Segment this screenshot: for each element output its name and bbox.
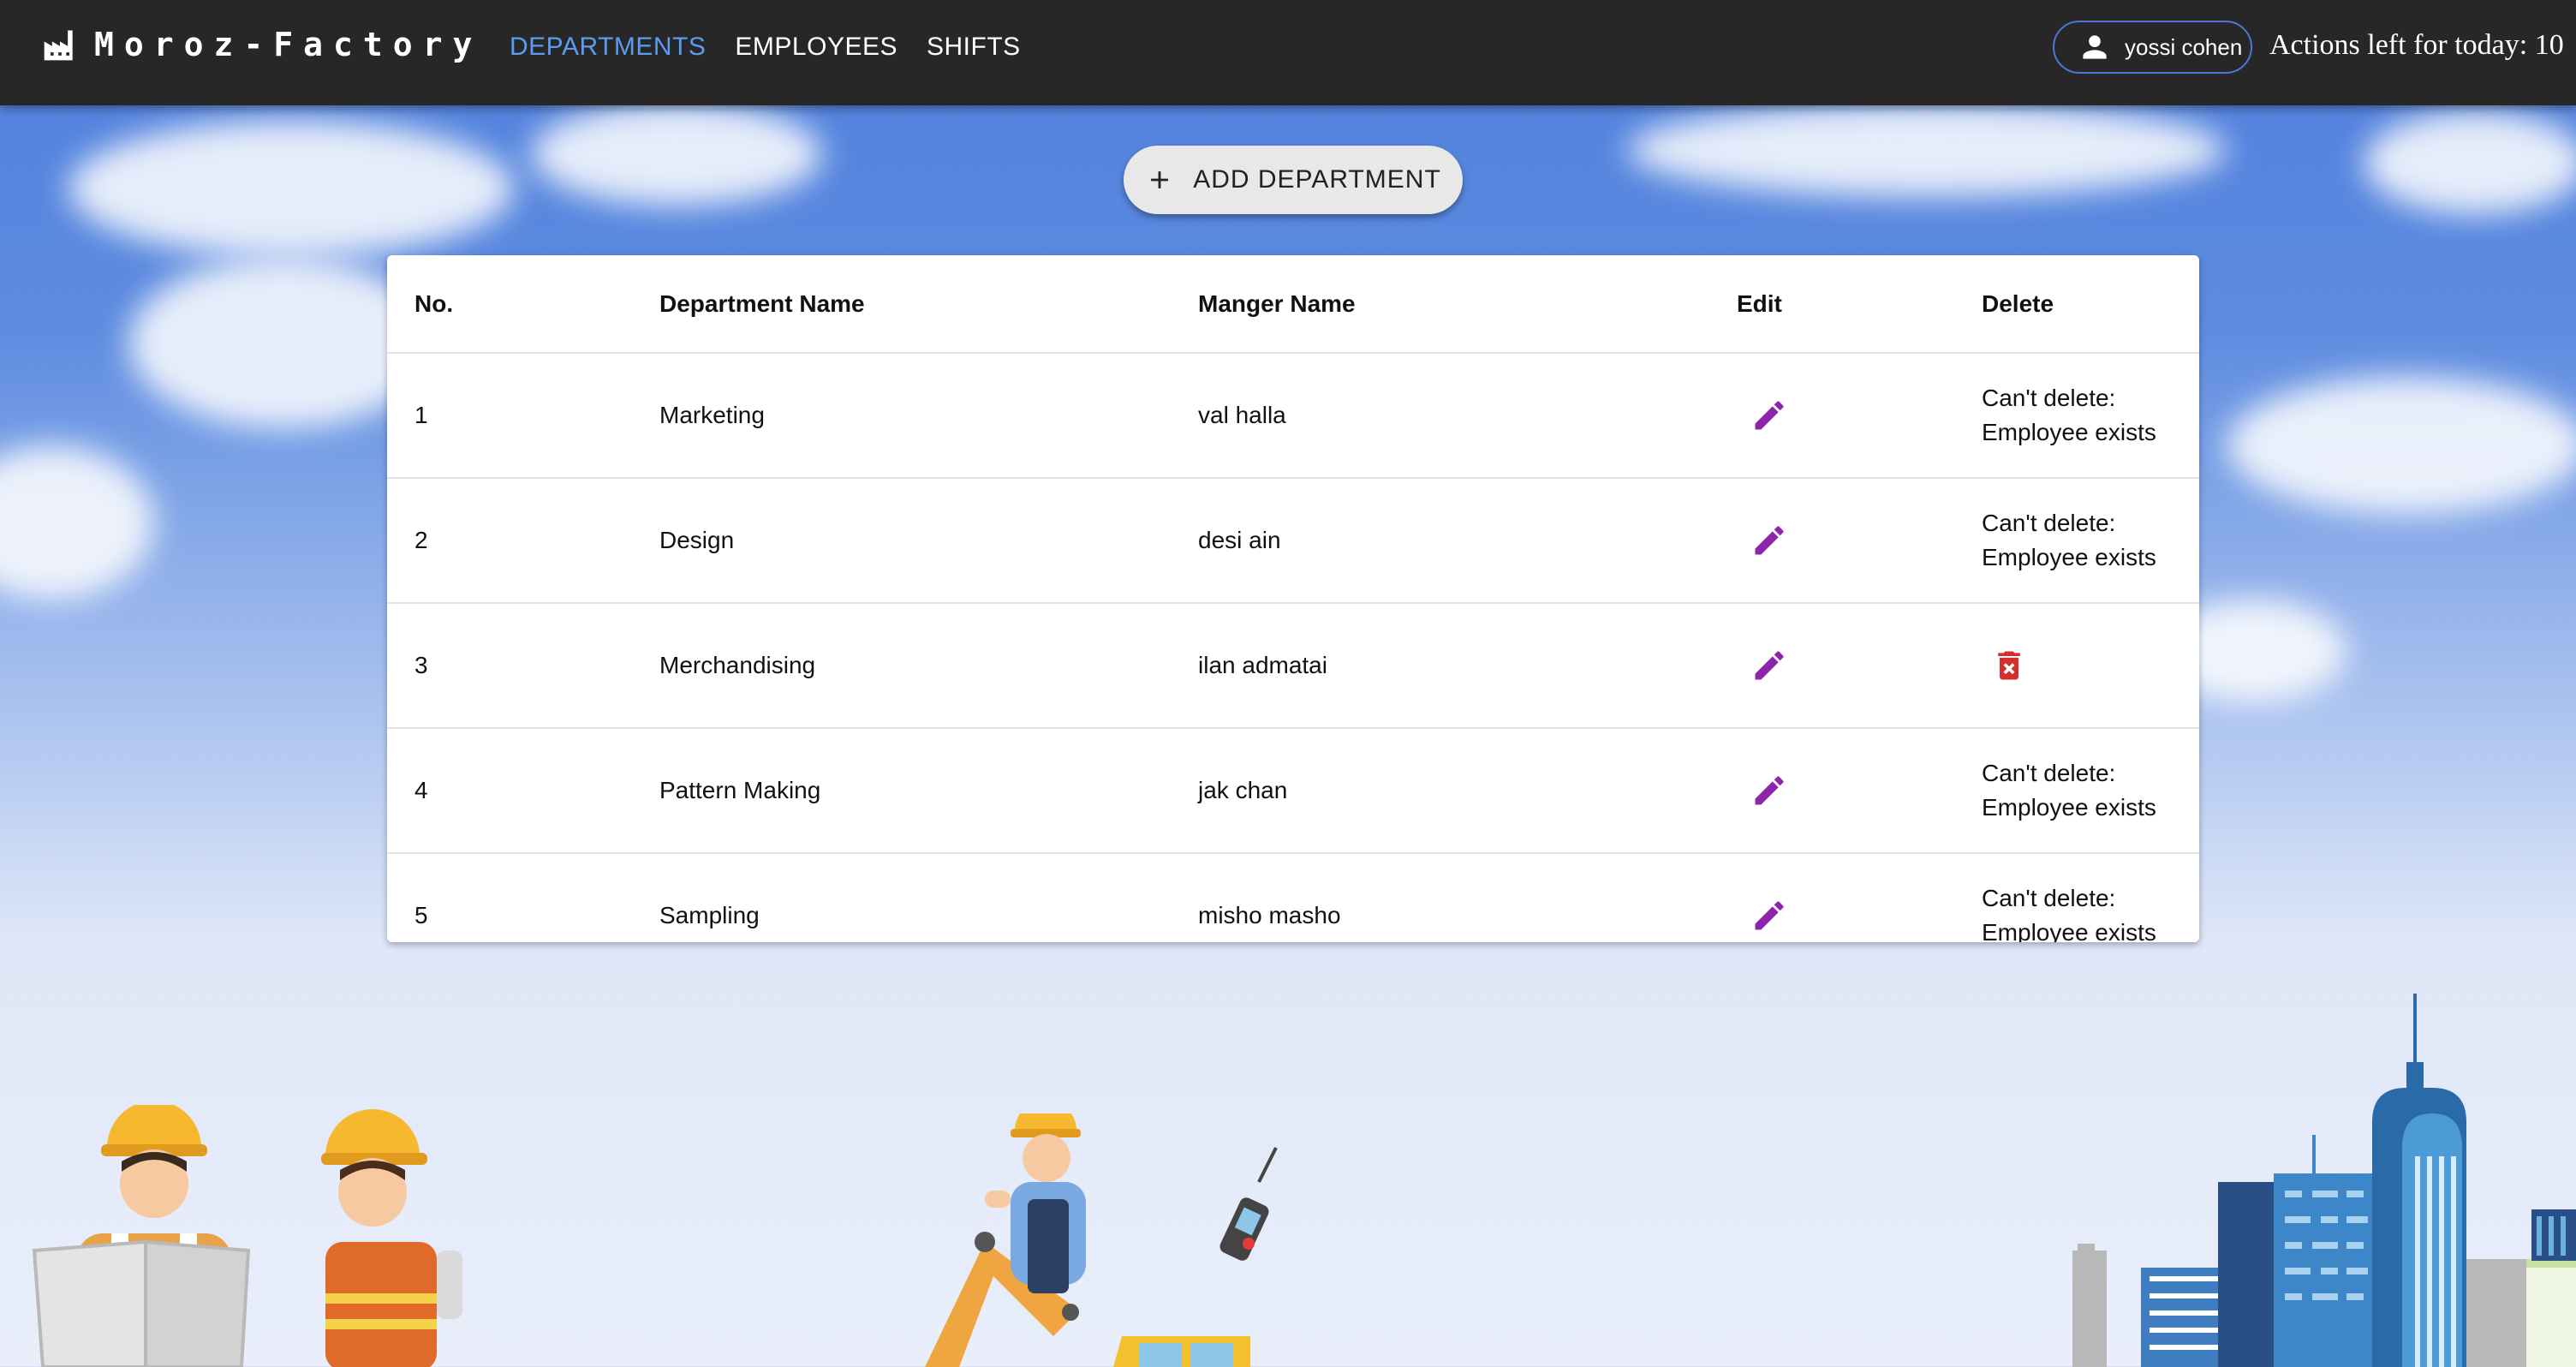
factory-icon xyxy=(44,30,73,61)
top-app-bar: Moroz-Factory DEPARTMENTS EMPLOYEES SHIF… xyxy=(0,0,2576,105)
delete-disabled-reason: Employee exists xyxy=(1982,544,2156,570)
cell-no: 4 xyxy=(387,728,632,854)
cell-edit xyxy=(1709,353,1954,479)
plus-icon xyxy=(1151,171,1169,188)
excavator-worker-illustration xyxy=(925,1113,1278,1367)
delete-disabled-text: Can't delete: xyxy=(1982,760,2116,786)
cloud xyxy=(2364,111,2576,214)
delete-disabled-reason: Employee exists xyxy=(1982,419,2156,445)
cloud xyxy=(531,103,822,206)
pencil-icon[interactable] xyxy=(1750,772,1788,809)
cell-manager-name: desi ain xyxy=(1171,478,1709,604)
cell-edit xyxy=(1709,603,1954,729)
cell-delete: Can't delete: Employee exists xyxy=(1954,728,2199,854)
person-icon xyxy=(2083,35,2107,59)
pencil-icon[interactable] xyxy=(1750,397,1788,434)
cell-manager-name: misho masho xyxy=(1171,853,1709,942)
cell-manager-name: val halla xyxy=(1171,353,1709,479)
header-delete: Delete xyxy=(1954,255,2199,354)
cloud xyxy=(69,120,514,257)
header-department-name: Department Name xyxy=(632,255,1171,354)
user-chip[interactable]: yossi cohen xyxy=(2053,21,2252,74)
actions-left-counter: Actions left for today: 10 xyxy=(2269,29,2564,61)
delete-disabled-text: Can't delete: xyxy=(1982,885,2116,911)
cell-delete: Can't delete: Employee exists xyxy=(1954,478,2199,604)
cell-edit xyxy=(1709,853,1954,942)
add-department-label: ADD DEPARTMENT xyxy=(1193,165,1441,194)
pencil-icon[interactable] xyxy=(1750,522,1788,559)
cloud xyxy=(0,445,154,600)
city-skyline-illustration xyxy=(2072,994,2576,1367)
delete-disabled-text: Can't delete: xyxy=(1982,510,2116,536)
workers-illustration xyxy=(32,1105,462,1367)
cell-department-name: Sampling xyxy=(632,853,1171,942)
brand[interactable]: Moroz-Factory xyxy=(41,26,482,63)
nav-departments[interactable]: DEPARTMENTS xyxy=(510,33,706,62)
cell-no: 5 xyxy=(387,853,632,942)
table-row: 5 Sampling misho masho Can't delete: Emp… xyxy=(387,853,2199,942)
table-row: 3 Merchandising ilan admatai xyxy=(387,603,2199,729)
header-manager-name: Manger Name xyxy=(1171,255,1709,354)
cell-delete xyxy=(1954,603,2199,729)
header-no: No. xyxy=(387,255,632,354)
delete-disabled-reason: Employee exists xyxy=(1982,794,2156,821)
table-row: 4 Pattern Making jak chan Can't delete: … xyxy=(387,728,2199,854)
delete-disabled-text: Can't delete: xyxy=(1982,385,2116,411)
pencil-icon[interactable] xyxy=(1750,897,1788,934)
departments-table: No. Department Name Manger Name Edit Del… xyxy=(387,255,2199,942)
trash-icon[interactable] xyxy=(1990,647,2028,684)
cell-delete: Can't delete: Employee exists xyxy=(1954,853,2199,942)
brand-title: Moroz-Factory xyxy=(94,26,483,63)
cell-no: 2 xyxy=(387,478,632,604)
cell-delete: Can't delete: Employee exists xyxy=(1954,353,2199,479)
cell-department-name: Merchandising xyxy=(632,603,1171,729)
cell-manager-name: ilan admatai xyxy=(1171,603,1709,729)
cloud xyxy=(2227,377,2576,514)
cell-no: 3 xyxy=(387,603,632,729)
add-department-button[interactable]: ADD DEPARTMENT xyxy=(1124,146,1463,214)
table-header-row: No. Department Name Manger Name Edit Del… xyxy=(387,255,2199,354)
cell-edit xyxy=(1709,478,1954,604)
main-nav: DEPARTMENTS EMPLOYEES SHIFTS xyxy=(510,33,1021,62)
nav-employees[interactable]: EMPLOYEES xyxy=(735,33,897,62)
header-edit: Edit xyxy=(1709,255,1954,354)
table-row: 2 Design desi ain Can't delete: Employee… xyxy=(387,478,2199,604)
delete-disabled-reason: Employee exists xyxy=(1982,919,2156,942)
cloud xyxy=(1627,103,2227,197)
user-name: yossi cohen xyxy=(2125,33,2243,60)
cell-department-name: Marketing xyxy=(632,353,1171,479)
cell-edit xyxy=(1709,728,1954,854)
cell-manager-name: jak chan xyxy=(1171,728,1709,854)
cell-department-name: Pattern Making xyxy=(632,728,1171,854)
cell-department-name: Design xyxy=(632,478,1171,604)
pencil-icon[interactable] xyxy=(1750,647,1788,684)
table-row: 1 Marketing val halla Can't delete: Empl… xyxy=(387,353,2199,479)
nav-shifts[interactable]: SHIFTS xyxy=(927,33,1021,62)
cell-no: 1 xyxy=(387,353,632,479)
